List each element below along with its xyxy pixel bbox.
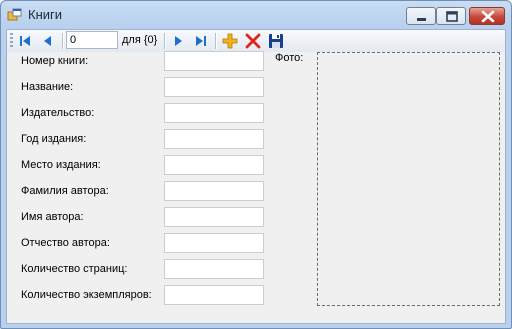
- title-label: Название:: [21, 81, 74, 93]
- app-window-icon: [7, 8, 22, 21]
- page-count-label: Количество страниц:: [21, 263, 128, 275]
- author-name-label: Имя автора:: [21, 211, 84, 223]
- toolbar-grip[interactable]: [10, 33, 13, 49]
- maximize-button[interactable]: [436, 7, 466, 25]
- title-field[interactable]: [164, 77, 264, 97]
- delete-icon: [245, 33, 261, 49]
- author-patronymic-label: Отчество автора:: [21, 237, 110, 249]
- window-title: Книги: [28, 7, 63, 22]
- move-last-icon: [196, 36, 206, 46]
- add-new-button[interactable]: [220, 31, 240, 51]
- publication-year-field[interactable]: [164, 129, 264, 149]
- copies-count-label: Количество экземпляров:: [21, 289, 152, 301]
- close-button[interactable]: [469, 7, 505, 25]
- save-icon: [269, 34, 283, 48]
- page-count-field[interactable]: [164, 259, 264, 279]
- move-next-button[interactable]: [168, 31, 188, 51]
- author-surname-label: Фамилия автора:: [21, 185, 109, 197]
- move-last-button[interactable]: [191, 31, 211, 51]
- move-previous-button[interactable]: [38, 31, 58, 51]
- add-new-icon: [222, 33, 238, 49]
- photo-label: Фото:: [275, 52, 304, 64]
- title-bar[interactable]: Книги: [1, 1, 511, 28]
- toolbar-separator: [164, 33, 166, 49]
- position-input[interactable]: [66, 31, 118, 49]
- publication-year-label: Год издания:: [21, 133, 87, 145]
- binding-navigator-toolbar: для {0}: [7, 30, 505, 52]
- toolbar-separator: [215, 33, 217, 49]
- delete-button[interactable]: [243, 31, 263, 51]
- toolbar-separator: [62, 33, 64, 49]
- move-first-button[interactable]: [15, 31, 35, 51]
- count-label: для {0}: [122, 34, 158, 46]
- maximize-icon: [446, 11, 458, 22]
- move-previous-icon: [44, 36, 51, 46]
- author-name-field[interactable]: [164, 207, 264, 227]
- book-number-field[interactable]: [164, 51, 264, 71]
- publication-place-field[interactable]: [164, 155, 264, 175]
- close-icon: [481, 10, 495, 23]
- minimize-button[interactable]: [406, 7, 436, 25]
- publisher-label: Издательство:: [21, 107, 95, 119]
- form-client-area: для {0} Номер книги: Название: Издательс: [6, 29, 506, 324]
- books-window: Книги для {0}: [0, 0, 512, 329]
- author-surname-field[interactable]: [164, 181, 264, 201]
- book-number-label: Номер книги:: [21, 55, 89, 67]
- save-button[interactable]: [266, 31, 286, 51]
- move-first-icon: [20, 36, 30, 46]
- publisher-field[interactable]: [164, 103, 264, 123]
- photo-picture-box[interactable]: [317, 52, 500, 306]
- author-patronymic-field[interactable]: [164, 233, 264, 253]
- move-next-icon: [175, 36, 182, 46]
- copies-count-field[interactable]: [164, 285, 264, 305]
- publication-place-label: Место издания:: [21, 159, 101, 171]
- minimize-icon: [417, 18, 426, 21]
